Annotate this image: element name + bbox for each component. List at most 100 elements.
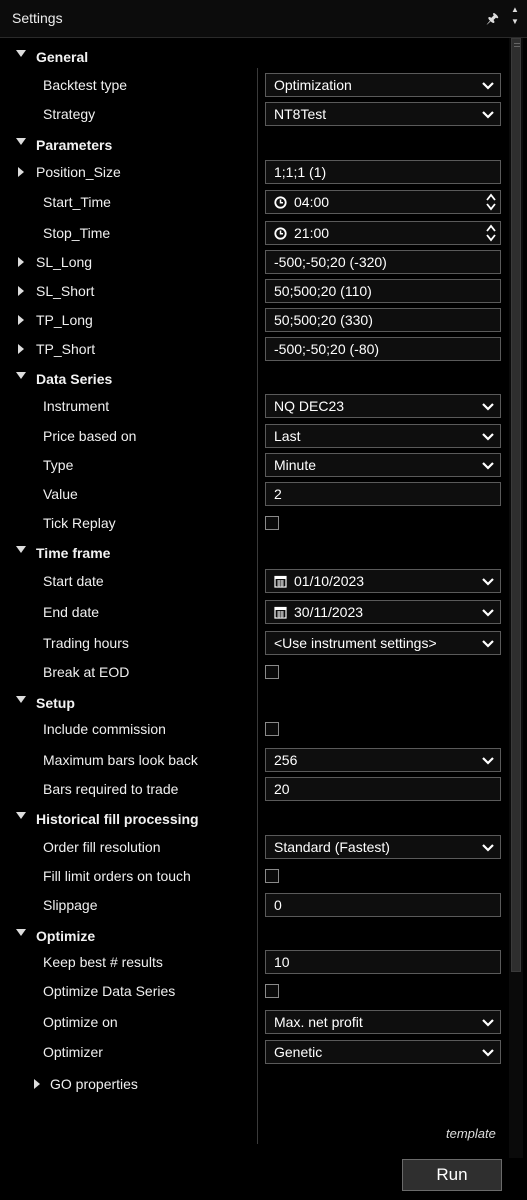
category-time-frame[interactable]: Time frame [6, 538, 506, 566]
chevron-down-icon [482, 609, 494, 617]
row-instrument: Instrument NQ DEC23 [6, 392, 506, 421]
collapse-icon[interactable] [16, 138, 26, 145]
category-label: Time frame [36, 545, 111, 561]
strategy-select[interactable]: NT8Test [265, 102, 501, 126]
type-select[interactable]: Minute [265, 453, 501, 477]
fill-limit-orders-checkbox[interactable] [265, 869, 279, 883]
calendar-icon [274, 575, 287, 588]
category-label: Optimize [36, 928, 96, 944]
collapse-icon[interactable] [16, 812, 26, 819]
row-label: Maximum bars look back [43, 752, 198, 768]
tick-replay-checkbox[interactable] [265, 516, 279, 530]
property-grid: General Backtest type Optimization Strat… [6, 40, 506, 1160]
row-tick-replay: Tick Replay [6, 509, 506, 538]
row-label: Include commission [43, 721, 166, 737]
spinner-icon[interactable] [486, 223, 496, 243]
slippage-input[interactable]: 0 [265, 893, 501, 917]
row-label: GO properties [50, 1076, 138, 1092]
category-parameters[interactable]: Parameters [6, 130, 506, 158]
chevron-down-icon [482, 462, 494, 470]
row-label: Strategy [43, 106, 96, 122]
row-label: End date [43, 604, 100, 620]
expand-icon[interactable] [18, 315, 24, 325]
break-at-eod-checkbox[interactable] [265, 665, 279, 679]
scroll-arrows[interactable]: ▲ ▼ [508, 4, 522, 34]
tp-short-input[interactable]: -500;-50;20 (-80) [265, 337, 501, 361]
stop-time-input[interactable]: 21:00 [265, 221, 501, 245]
row-label: Bars required to trade [43, 781, 179, 797]
sl-short-input[interactable]: 50;500;20 (110) [265, 279, 501, 303]
row-label: SL_Long [36, 254, 93, 270]
template-link[interactable]: template [446, 1126, 496, 1141]
category-historical-fill[interactable]: Historical fill processing [6, 804, 506, 832]
row-max-bars-look-back: Maximum bars look back 256 [6, 746, 506, 775]
row-break-at-eod: Break at EOD [6, 658, 506, 687]
bars-required-input[interactable]: 20 [265, 777, 501, 801]
category-setup[interactable]: Setup [6, 688, 506, 716]
row-bars-required: Bars required to trade 20 [6, 775, 506, 804]
optimize-on-select[interactable]: Max. net profit [265, 1010, 501, 1034]
expand-icon[interactable] [18, 286, 24, 296]
category-label: Parameters [36, 137, 113, 153]
row-end-date: End date 30/11/2023 [6, 598, 506, 627]
row-price-based-on: Price based on Last [6, 422, 506, 451]
category-optimize[interactable]: Optimize [6, 921, 506, 949]
include-commission-checkbox[interactable] [265, 722, 279, 736]
backtest-type-select[interactable]: Optimization [265, 73, 501, 97]
end-date-picker[interactable]: 30/11/2023 [265, 600, 501, 624]
row-label: TP_Short [36, 341, 96, 357]
pin-icon[interactable]: 🖈 [486, 8, 499, 32]
keep-best-input[interactable]: 10 [265, 950, 501, 974]
row-go-properties[interactable]: GO properties [6, 1070, 506, 1099]
collapse-icon[interactable] [16, 929, 26, 936]
position-size-input[interactable]: 1;1;1 (1) [265, 160, 501, 184]
spinner-icon[interactable] [486, 192, 496, 212]
row-label: Position_Size [36, 164, 121, 180]
instrument-select[interactable]: NQ DEC23 [265, 394, 501, 418]
category-data-series[interactable]: Data Series [6, 364, 506, 392]
collapse-icon[interactable] [16, 372, 26, 379]
scroll-up-icon[interactable]: ▲ [508, 4, 522, 16]
optimize-data-series-checkbox[interactable] [265, 984, 279, 998]
title-bar: Settings 🖈 ▲ ▼ [0, 0, 527, 38]
category-general[interactable]: General [6, 42, 506, 70]
row-optimizer: Optimizer Genetic [6, 1038, 506, 1067]
vertical-scrollbar[interactable] [509, 38, 523, 1158]
chevron-down-icon [482, 1019, 494, 1027]
collapse-icon[interactable] [16, 696, 26, 703]
expand-icon[interactable] [18, 167, 24, 177]
chevron-down-icon [482, 578, 494, 586]
order-fill-resolution-select[interactable]: Standard (Fastest) [265, 835, 501, 859]
chevron-down-icon [482, 640, 494, 648]
price-based-on-select[interactable]: Last [265, 424, 501, 448]
collapse-icon[interactable] [16, 546, 26, 553]
max-bars-look-back-select[interactable]: 256 [265, 748, 501, 772]
row-label: Optimize Data Series [43, 983, 176, 999]
chevron-down-icon [482, 1049, 494, 1057]
row-position-size: Position_Size 1;1;1 (1) [6, 158, 506, 187]
value-input[interactable]: 2 [265, 482, 501, 506]
start-date-picker[interactable]: 01/10/2023 [265, 569, 501, 593]
expand-icon[interactable] [34, 1079, 40, 1089]
run-button[interactable]: Run [402, 1159, 502, 1191]
chevron-down-icon [482, 757, 494, 765]
row-label: Optimizer [43, 1044, 103, 1060]
start-time-input[interactable]: 04:00 [265, 190, 501, 214]
row-label: Keep best # results [43, 954, 163, 970]
row-label: Fill limit orders on touch [43, 868, 191, 884]
scroll-down-icon[interactable]: ▼ [508, 16, 522, 28]
tp-long-input[interactable]: 50;500;20 (330) [265, 308, 501, 332]
row-tp-long: TP_Long 50;500;20 (330) [6, 306, 506, 335]
sl-long-input[interactable]: -500;-50;20 (-320) [265, 250, 501, 274]
row-label: Break at EOD [43, 664, 130, 680]
row-tp-short: TP_Short -500;-50;20 (-80) [6, 335, 506, 364]
row-label: Stop_Time [43, 225, 111, 241]
trading-hours-select[interactable]: <Use instrument settings> [265, 631, 501, 655]
expand-icon[interactable] [18, 257, 24, 267]
optimizer-select[interactable]: Genetic [265, 1040, 501, 1064]
expand-icon[interactable] [18, 344, 24, 354]
scroll-thumb[interactable] [511, 38, 521, 972]
row-start-time: Start_Time 04:00 [6, 188, 506, 217]
collapse-icon[interactable] [16, 50, 26, 57]
row-backtest-type: Backtest type Optimization [6, 71, 506, 100]
